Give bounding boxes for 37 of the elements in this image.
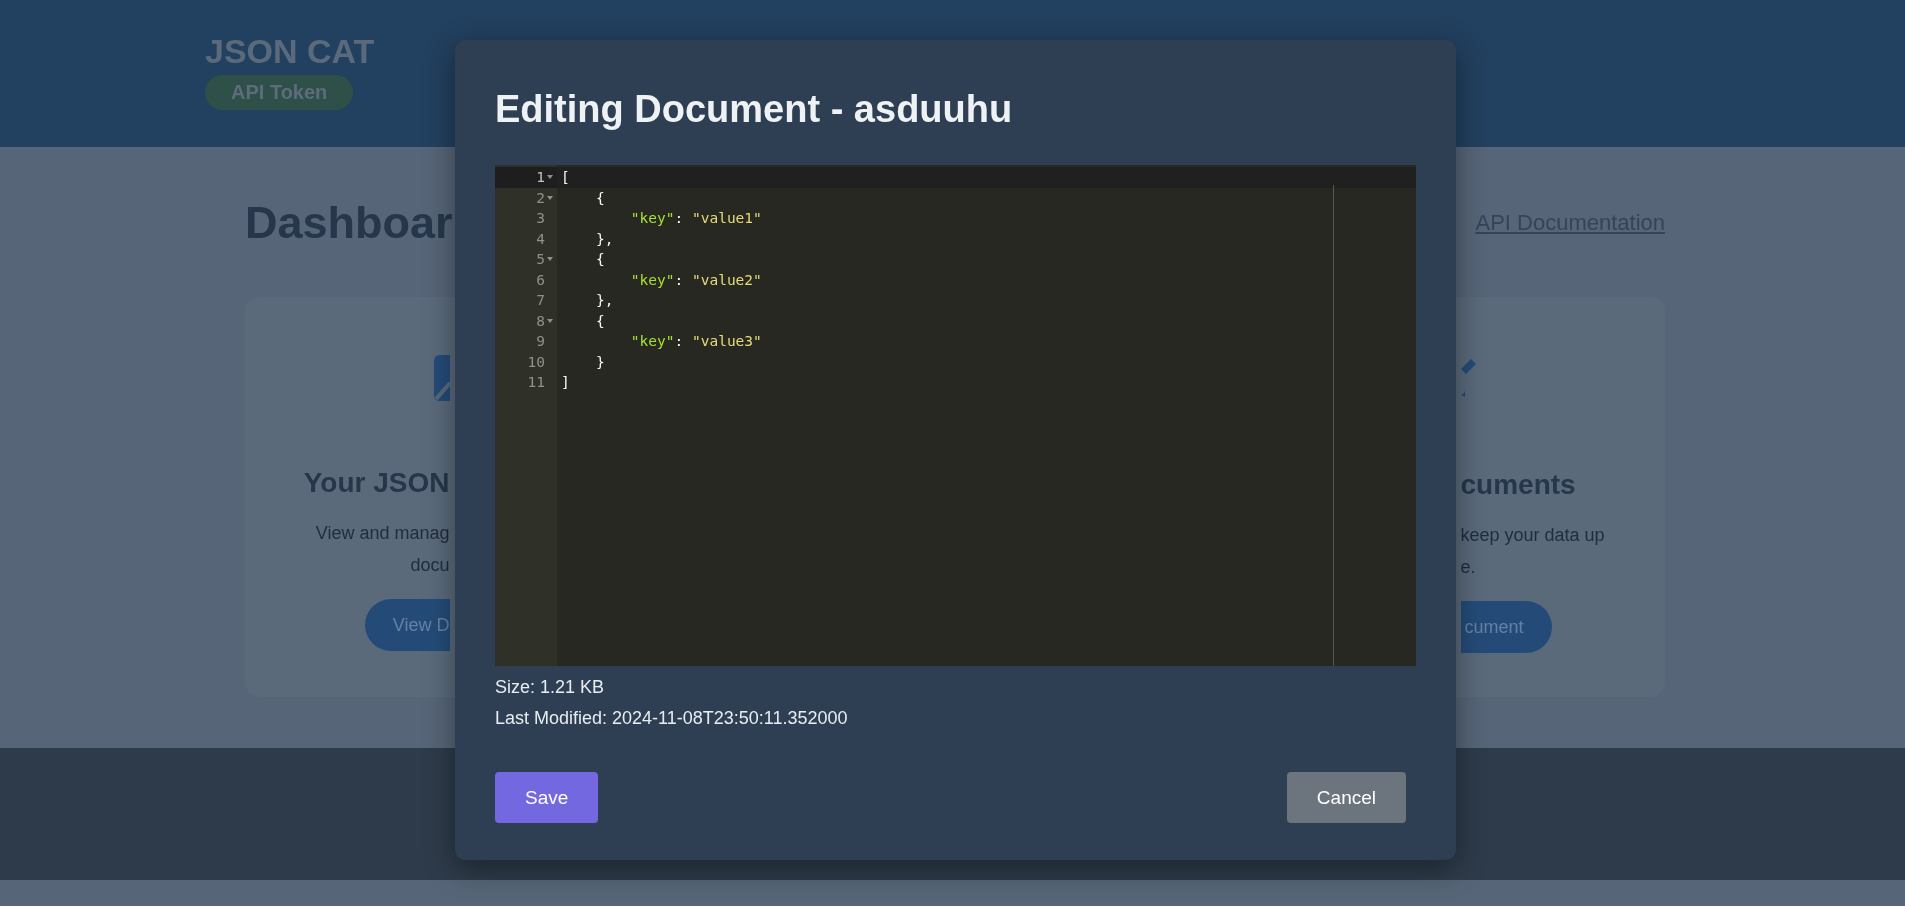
line-number: 9 (536, 332, 545, 351)
code-line: }, (594, 229, 615, 249)
last-modified: Last Modified: 2024-11-08T23:50:11.352000 (495, 707, 849, 730)
line-number: 11 (527, 373, 545, 392)
fold-arrow-icon[interactable] (547, 174, 553, 181)
code-line: { (594, 311, 606, 331)
card-description: keep your data up e. (1460, 524, 1605, 579)
line-number: 6 (536, 270, 545, 290)
fold-arrow-icon[interactable] (547, 194, 553, 201)
dialog-title: Editing Document - asduuhu (495, 88, 1014, 131)
image-icon (433, 355, 450, 401)
line-number: 7 (536, 291, 545, 310)
line-number: 4 (536, 229, 545, 249)
line-number: 2 (536, 188, 545, 208)
card-description: View and manag docu (315, 522, 450, 577)
cancel-button[interactable]: Cancel (1286, 772, 1406, 823)
line-number: 8 (536, 311, 545, 331)
code-line: "key": "value2" (629, 270, 763, 290)
fold-arrow-icon[interactable] (547, 317, 553, 324)
app-title: JSON CAT (205, 32, 375, 71)
code-line: { (594, 188, 606, 208)
line-number: 10 (527, 352, 545, 372)
code-line: "key": "value3" (629, 332, 763, 351)
code-line: }, (594, 291, 615, 310)
line-number: 3 (536, 209, 545, 228)
code-line: } (594, 352, 606, 372)
code-line: { (594, 250, 606, 269)
line-number: 1 (536, 168, 545, 187)
line-number: 5 (536, 250, 545, 269)
card-action-button[interactable]: View D (364, 599, 450, 651)
code-line: "key": "value1" (629, 209, 763, 228)
card-action-button[interactable]: cument (1460, 601, 1552, 653)
code-line: ] (560, 373, 571, 392)
code-editor[interactable]: 1 2 3 4 5 6 7 8 9 10 11 [ { "key": "value1" }, { "key": "value2" }, { "key": "value3" } ] (495, 165, 1416, 666)
save-button[interactable]: Save (495, 772, 599, 823)
document-size: Size: 1.21 KB (495, 676, 606, 699)
fold-arrow-icon[interactable] (547, 256, 553, 263)
